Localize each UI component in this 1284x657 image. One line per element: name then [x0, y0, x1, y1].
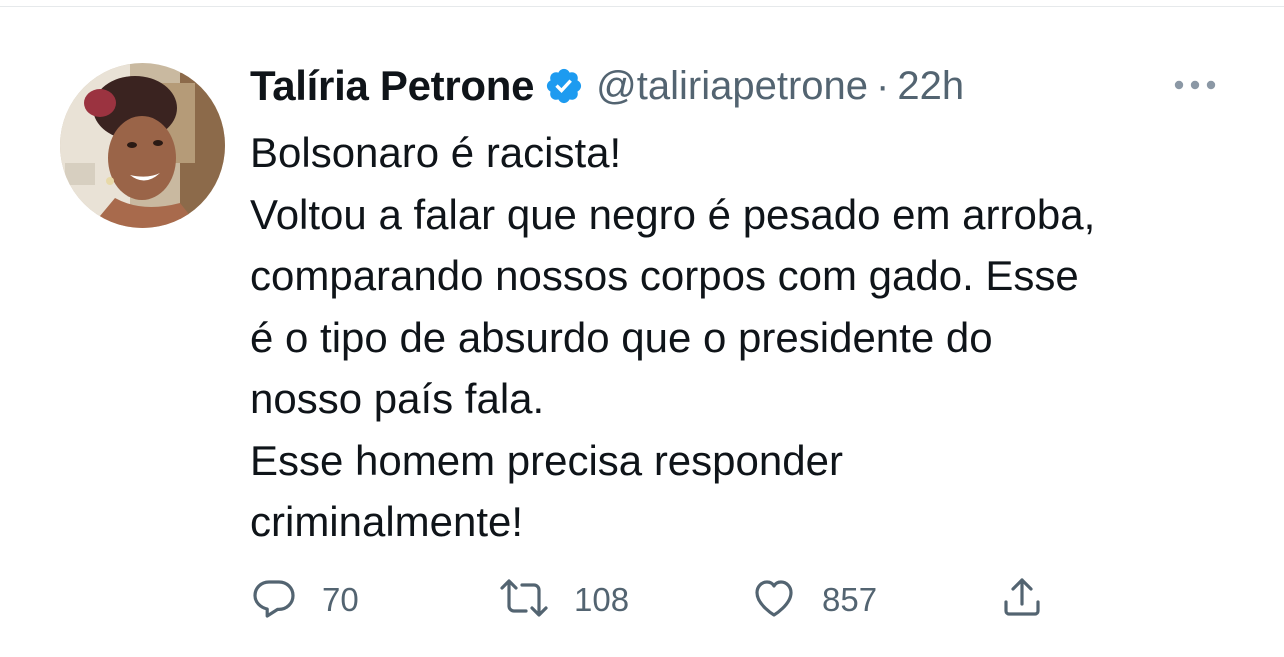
retweet-button[interactable]: 108 — [498, 570, 629, 630]
display-name[interactable]: Talíria Petrone — [250, 62, 534, 110]
tweet-line: nosso país fala. — [250, 375, 545, 422]
tweet-line: comparando nossos corpos com gado. Esse — [250, 252, 1079, 299]
timestamp[interactable]: 22h — [897, 64, 964, 109]
reply-icon — [250, 574, 298, 627]
tweet-line: criminalmente! — [250, 498, 524, 545]
handle[interactable]: @taliriapetrone — [596, 64, 868, 109]
avatar[interactable] — [60, 63, 225, 228]
reply-count: 70 — [322, 581, 359, 618]
reply-button[interactable]: 70 — [250, 570, 359, 630]
tweet-line: Bolsonaro é racista! — [250, 129, 622, 176]
tweet-text: Bolsonaro é racista! Voltou a falar que … — [250, 122, 1240, 553]
heart-icon — [750, 574, 798, 627]
tweet[interactable]: Talíria Petrone @taliriapetrone · 22h Bo… — [0, 0, 1284, 657]
share-icon — [998, 574, 1046, 627]
verified-badge-icon — [544, 66, 584, 106]
like-button[interactable]: 857 — [750, 570, 877, 630]
action-bar: 70 108 857 — [250, 570, 1070, 630]
like-count: 857 — [822, 581, 878, 618]
retweet-icon — [498, 574, 550, 627]
tweet-line: é o tipo de absurdo que o presidente do — [250, 313, 993, 361]
tweet-line: Voltou a falar que negro é pesado em arr… — [250, 190, 1096, 238]
more-options-icon[interactable] — [1170, 70, 1220, 100]
tweet-header: Talíria Petrone @taliriapetrone · 22h — [250, 58, 964, 114]
avatar-photo — [60, 63, 225, 228]
share-button[interactable] — [998, 570, 1046, 630]
tweet-line: Esse homem precisa responder — [250, 436, 843, 484]
retweet-count: 108 — [574, 581, 630, 618]
separator-dot: · — [876, 63, 890, 108]
